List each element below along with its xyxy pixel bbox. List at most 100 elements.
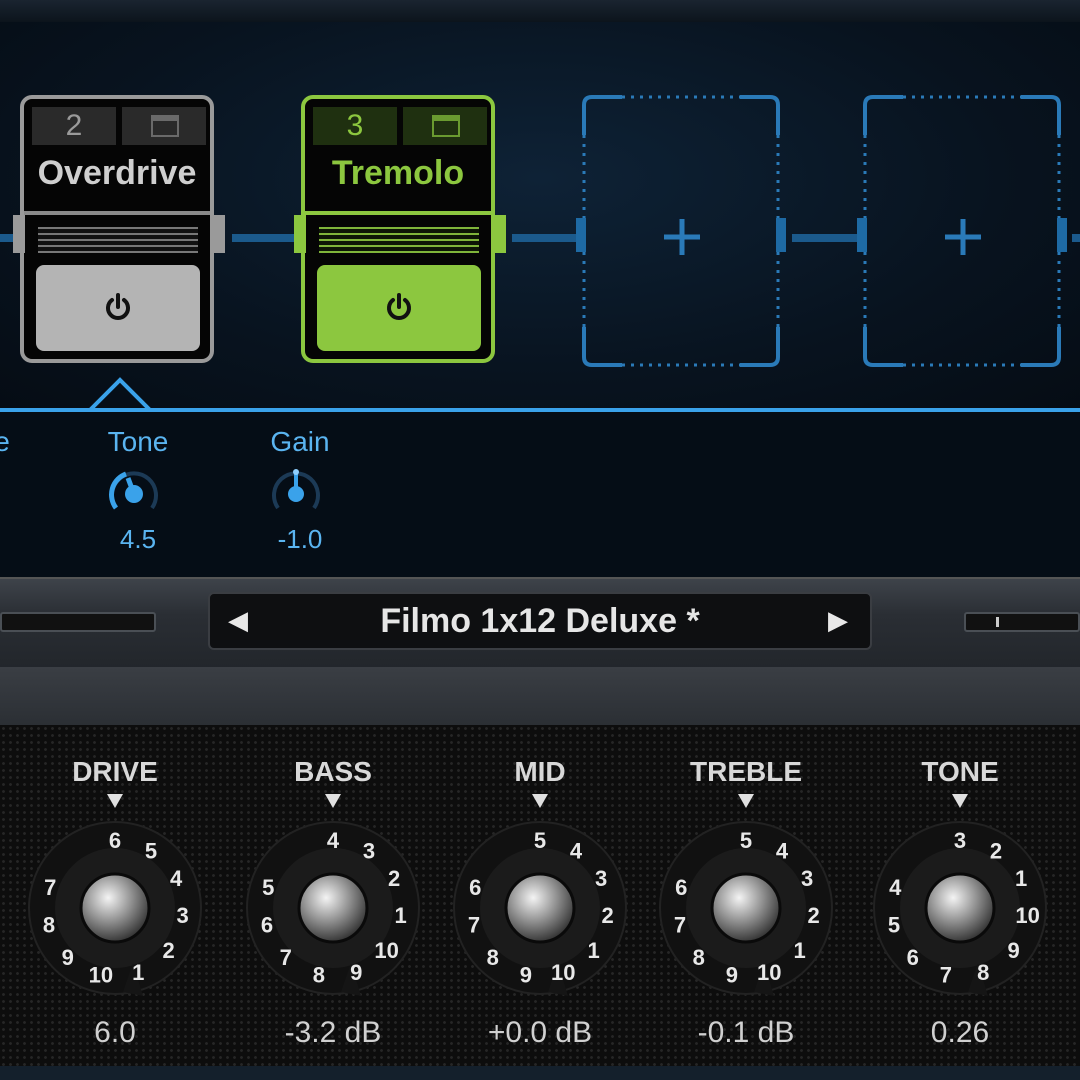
param-value-tone: 4.5 [119, 524, 157, 554]
knob-pointer-icon [325, 794, 341, 808]
power-icon [387, 293, 411, 320]
knob-pointer-icon [738, 794, 754, 808]
output-level-meter [964, 612, 1080, 632]
pedal-grille [319, 227, 479, 253]
empty-effect-slot[interactable] [582, 95, 780, 367]
window-icon [151, 115, 179, 137]
amp-knob-value-mid: +0.0 dB [487, 1016, 593, 1049]
knob-scale-number: 10 [1015, 903, 1039, 928]
input-level-meter [0, 612, 156, 632]
amp-knob-treble[interactable]: 5 43 21 10 987 6 [654, 816, 838, 1000]
knob-chrome-cap [924, 872, 996, 944]
slot-input-jack [576, 218, 586, 252]
knob-scale-number: 4 [776, 838, 789, 863]
param-label-tone: Tone [107, 426, 169, 457]
knob-scale-number: 8 [487, 945, 499, 970]
pedal-input-jack [13, 215, 25, 253]
slot-output-jack [1057, 218, 1067, 252]
pedal-tremolo[interactable]: 3 Tremolo [301, 95, 495, 363]
power-icon [106, 293, 130, 320]
pedal-divider [305, 211, 491, 215]
slot-input-jack [857, 218, 867, 252]
knob-scale-number: 1 [132, 960, 144, 985]
knob-scale-number: 5 [145, 838, 157, 863]
top-toolbar-strip [0, 0, 1080, 24]
knob-scale-number: 3 [176, 903, 188, 928]
knob-scale-number: 6 [469, 875, 481, 900]
amp-knob-mid[interactable]: 5 43 21 10 987 6 [448, 816, 632, 1000]
amp-knob-value-treble: -0.1 dB [697, 1016, 795, 1049]
knob-chrome-cap [710, 872, 782, 944]
param-label: e [0, 426, 10, 457]
pedal-slot-number: 2 [32, 107, 116, 145]
knob-scale-number: 8 [693, 945, 705, 970]
param-value-gain: -1.0 [277, 524, 323, 554]
knob-scale-number: 9 [726, 963, 738, 988]
chain-connector [1072, 234, 1080, 242]
amp-knob-value-tone: 0.26 [930, 1016, 990, 1049]
amp-knob-label-mid: MID [514, 756, 566, 787]
knob-scale-number: 3 [954, 828, 966, 853]
knob-scale-number: 3 [801, 866, 813, 891]
amp-knob-bass[interactable]: 4 32 1 10 9876 5 [241, 816, 425, 1000]
knob-scale-number: 4 [889, 875, 902, 900]
knob-chrome-cap [297, 872, 369, 944]
amp-knob-label-tone: TONE [921, 756, 999, 787]
slot-output-jack [776, 218, 786, 252]
knob-scale-number: 2 [388, 866, 400, 891]
knob-scale-number: 4 [570, 838, 583, 863]
knob-scale-number: 2 [807, 903, 819, 928]
knob-scale-number: 2 [601, 903, 613, 928]
amp-top-panel [0, 667, 1080, 727]
pedal-bypass-footswitch[interactable] [36, 265, 200, 351]
knob-scale-number: 8 [313, 963, 325, 988]
knob-scale-number: 5 [262, 875, 274, 900]
amp-knob-label-drive: DRIVE [72, 756, 158, 787]
knob-scale-number: 10 [374, 938, 398, 963]
bottom-strip [0, 1066, 1080, 1080]
knob-scale-number: 1 [394, 903, 406, 928]
knob-pointer-icon [532, 794, 548, 808]
knob-chrome-cap [79, 872, 151, 944]
pedal-title: Overdrive [37, 154, 197, 192]
knob-scale-number: 4 [170, 866, 183, 891]
knob-scale-number: 9 [520, 963, 532, 988]
pedal-editor-button[interactable] [403, 107, 487, 145]
pedal-editor-button[interactable] [122, 107, 206, 145]
amp-knob-drive[interactable]: 6 54 321 10 98 7 [23, 816, 207, 1000]
knob-scale-number: 10 [89, 963, 113, 988]
pedal-grille [38, 227, 198, 253]
amp-knob-label-treble: TREBLE [690, 756, 802, 787]
pedal-bypass-footswitch[interactable] [317, 265, 481, 351]
knob-scale-number: 6 [675, 875, 687, 900]
plus-icon [945, 219, 981, 255]
knob-pointer-icon [952, 794, 968, 808]
previous-preset-button[interactable]: ◀ [218, 600, 258, 640]
knob-scale-number: 7 [468, 913, 480, 938]
selected-pedal-pointer [88, 377, 152, 412]
pedal-output-jack [213, 215, 225, 253]
knob-scale-number: 7 [940, 963, 952, 988]
knob-scale-number: 2 [990, 838, 1002, 863]
knob-scale-number: 9 [62, 945, 74, 970]
pedal-title: Tremolo [331, 154, 465, 192]
chain-connector [232, 234, 300, 242]
knob-scale-number: 5 [740, 828, 752, 853]
amp-knob-tone[interactable]: 3 21 10 98765 4 [868, 816, 1052, 1000]
knob-scale-number: 1 [587, 938, 599, 963]
next-preset-button[interactable]: ▶ [818, 600, 858, 640]
knob-scale-number: 3 [595, 866, 607, 891]
knob-scale-number: 9 [1007, 938, 1019, 963]
knob-scale-number: 1 [1015, 866, 1027, 891]
tone-knob[interactable] [104, 464, 164, 520]
pedal-divider [24, 211, 210, 215]
plus-icon [664, 219, 700, 255]
knob-scale-number: 1 [793, 938, 805, 963]
pedal-overdrive[interactable]: 2 Overdrive [20, 95, 214, 363]
knob-pointer-icon [107, 794, 123, 808]
knob-scale-number: 10 [757, 960, 781, 985]
knob-scale-number: 6 [261, 913, 273, 938]
empty-effect-slot[interactable] [863, 95, 1061, 367]
knob-scale-number: 5 [534, 828, 546, 853]
gain-knob[interactable] [266, 464, 326, 520]
